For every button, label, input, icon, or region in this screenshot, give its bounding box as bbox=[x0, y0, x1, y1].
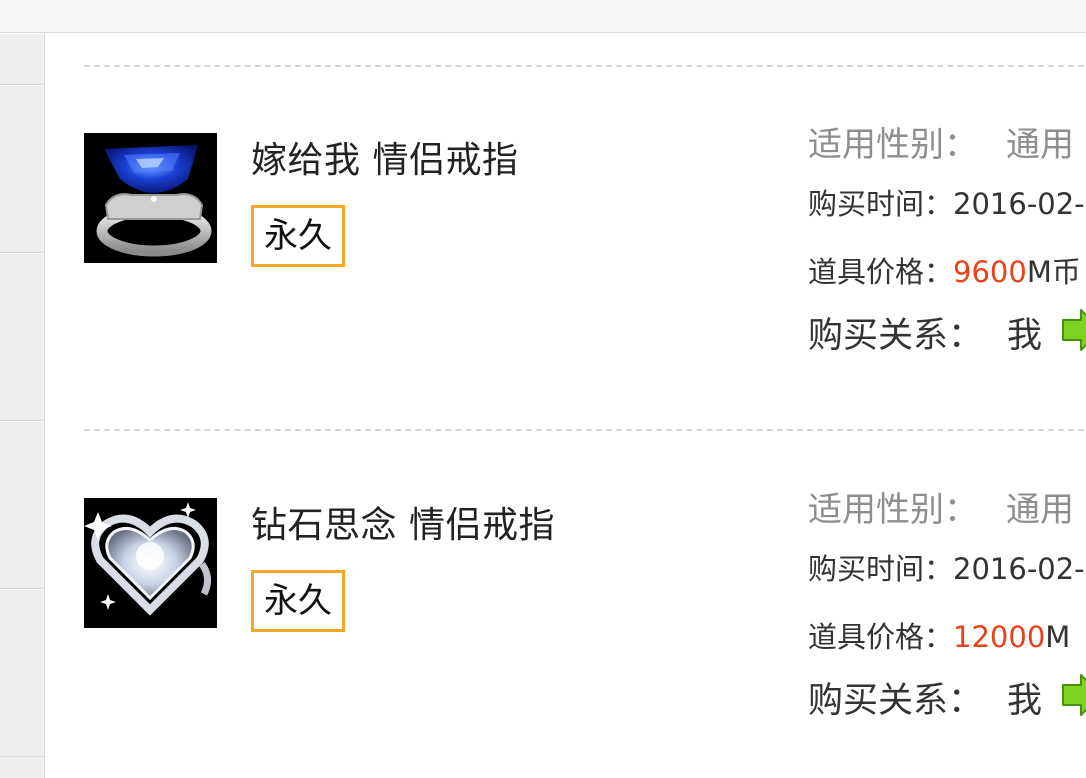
list-item[interactable]: 钻石思念 情侣戒指 永久 适用性别： 通用 购买时间：2016-02- 道具价格：… bbox=[45, 490, 1086, 778]
sidebar-tab[interactable] bbox=[0, 589, 44, 757]
top-bar bbox=[0, 0, 1086, 33]
purchase-time-value: 2016-02- bbox=[953, 552, 1085, 586]
price-label: 道具价格： bbox=[808, 620, 954, 654]
sidebar-tab[interactable] bbox=[0, 253, 44, 421]
gender-row: 适用性别： 通用 bbox=[808, 117, 1074, 166]
sapphire-ring-icon[interactable] bbox=[84, 133, 217, 263]
item-name: 钻石思念 情侣戒指 bbox=[251, 505, 555, 546]
price-unit: M bbox=[1045, 620, 1071, 654]
divider bbox=[84, 429, 1086, 431]
price-row: 道具价格：12000M bbox=[808, 614, 1070, 656]
relation-label: 购买关系： bbox=[808, 681, 984, 721]
list-item[interactable]: 嫁给我 情侣戒指 永久 适用性别： 通用 购买时间：2016-02- 道具价格：9… bbox=[45, 125, 1086, 433]
item-list: 嫁给我 情侣戒指 永久 适用性别： 通用 购买时间：2016-02- 道具价格：9… bbox=[45, 33, 1086, 778]
duration-badge: 永久 bbox=[251, 205, 345, 267]
relation-label: 购买关系： bbox=[808, 316, 984, 356]
price-value: 12000 bbox=[953, 620, 1046, 654]
relation-row: 购买关系： 我 bbox=[808, 672, 1086, 726]
sidebar-tab[interactable] bbox=[0, 421, 44, 589]
duration-badge: 永久 bbox=[251, 570, 345, 632]
diamond-heart-ring-icon[interactable] bbox=[84, 498, 217, 628]
sidebar bbox=[0, 33, 45, 778]
purchase-time-row: 购买时间：2016-02- bbox=[808, 181, 1085, 223]
price-label: 道具价格： bbox=[808, 255, 954, 289]
purchase-time-label: 购买时间： bbox=[808, 187, 954, 221]
gender-value: 通用 bbox=[1006, 490, 1074, 530]
relation-row: 购买关系： 我 bbox=[808, 307, 1086, 361]
purchase-time-value: 2016-02- bbox=[953, 187, 1085, 221]
purchase-time-row: 购买时间：2016-02- bbox=[808, 546, 1085, 588]
gender-value: 通用 bbox=[1006, 125, 1074, 165]
arrow-right-icon[interactable] bbox=[1061, 673, 1086, 726]
purchase-time-label: 购买时间： bbox=[808, 552, 954, 586]
price-value: 9600 bbox=[953, 255, 1027, 289]
divider bbox=[84, 65, 1086, 67]
sidebar-tab[interactable] bbox=[0, 33, 44, 85]
price-unit: M币 bbox=[1026, 255, 1081, 289]
sidebar-tab[interactable] bbox=[0, 85, 44, 253]
relation-value: 我 bbox=[1007, 316, 1043, 356]
gender-row: 适用性别： 通用 bbox=[808, 482, 1074, 531]
gender-label: 适用性别： bbox=[808, 490, 978, 530]
price-row: 道具价格：9600M币 bbox=[808, 249, 1081, 291]
arrow-right-icon[interactable] bbox=[1061, 308, 1086, 361]
gender-label: 适用性别： bbox=[808, 125, 978, 165]
relation-value: 我 bbox=[1007, 681, 1043, 721]
item-name: 嫁给我 情侣戒指 bbox=[251, 140, 519, 181]
